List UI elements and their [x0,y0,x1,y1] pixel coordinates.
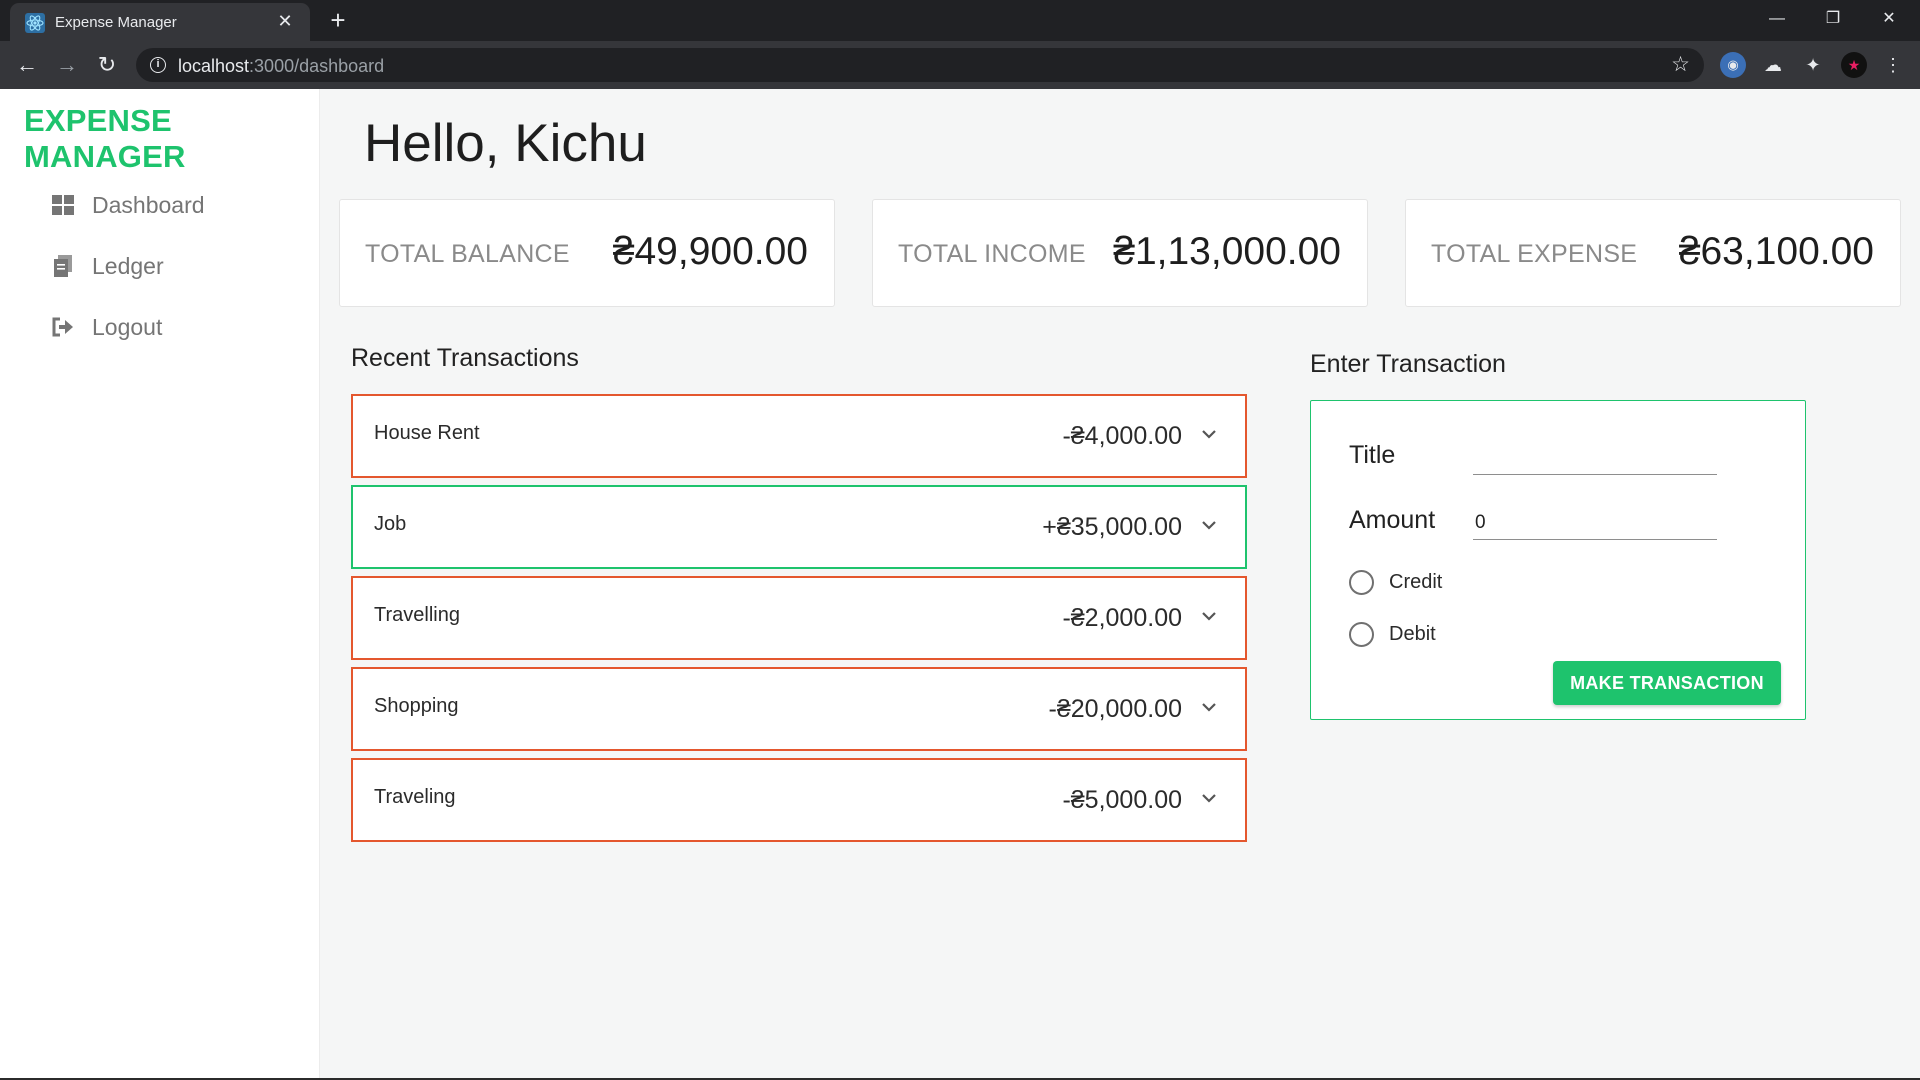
minimize-icon[interactable]: — [1754,4,1800,34]
app-page: EXPENSE MANAGER Dashboard Ledger Logout … [0,89,1920,1080]
transaction-title: Job [374,513,407,535]
sidebar-item-label: Ledger [92,252,164,279]
credit-label: Credit [1389,571,1443,593]
extensions-puzzle-icon[interactable]: ✦ [1800,52,1826,78]
browser-menu-icon[interactable]: ⋮ [1880,52,1906,78]
transaction-item[interactable]: Job +₴35,000.00 [351,485,1247,569]
transaction-item[interactable]: Shopping -₴20,000.00 [351,667,1247,751]
browser-chrome: Expense Manager ✕ + — ❐ ✕ ← → ↻ i localh… [0,0,1920,89]
card-value: ₴1,13,000.00 [1113,230,1341,273]
tab-title: Expense Manager [55,14,177,31]
transaction-item[interactable]: Travelling -₴2,000.00 [351,576,1247,660]
bookmark-star-icon[interactable]: ☆ [1671,52,1690,77]
transaction-amount: -₴5,000.00 [1062,786,1182,814]
transaction-amount: +₴35,000.00 [1042,513,1182,541]
close-window-icon[interactable]: ✕ [1866,4,1912,34]
url-host: localhost [178,56,250,76]
amount-label: Amount [1349,506,1436,534]
site-info-icon[interactable]: i [150,57,166,73]
transaction-title: Traveling [374,786,456,808]
recent-transactions-heading: Recent Transactions [351,344,579,372]
sidebar-item-label: Logout [92,313,163,340]
debit-label: Debit [1389,623,1436,645]
browser-tab[interactable]: Expense Manager ✕ [10,3,310,41]
react-favicon-icon [25,13,45,33]
transaction-amount: -₴4,000.00 [1062,422,1182,450]
transaction-form: Title Amount Credit Debit MAKE TRANSACTI… [1310,400,1806,720]
forward-arrow-icon[interactable]: → [52,50,82,80]
reload-icon[interactable]: ↻ [92,50,122,80]
title-label: Title [1349,441,1396,469]
sidebar: EXPENSE MANAGER Dashboard Ledger Logout [0,89,320,1080]
browser-toolbar: ← → ↻ i localhost:3000/dashboard ☆ ◉ ☁ ✦… [0,41,1920,89]
transaction-item[interactable]: House Rent -₴4,000.00 [351,394,1247,478]
total-income-card: TOTAL INCOME ₴1,13,000.00 [872,199,1368,307]
back-arrow-icon[interactable]: ← [12,50,42,80]
total-expense-card: TOTAL EXPENSE ₴63,100.00 [1405,199,1901,307]
transaction-title: House Rent [374,422,480,444]
card-value: ₴49,900.00 [612,230,808,273]
restore-icon[interactable]: ❐ [1810,4,1856,34]
amount-input[interactable] [1473,506,1717,540]
address-bar[interactable]: i localhost:3000/dashboard ☆ [136,48,1704,82]
credit-option[interactable]: Credit [1349,570,1442,595]
make-transaction-button[interactable]: MAKE TRANSACTION [1553,661,1781,705]
url-path: :3000/dashboard [249,56,385,76]
card-label: TOTAL BALANCE [365,240,570,268]
card-label: TOTAL INCOME [898,240,1086,268]
debit-radio[interactable] [1349,622,1374,647]
total-balance-card: TOTAL BALANCE ₴49,900.00 [339,199,835,307]
chevron-down-icon[interactable] [1199,424,1219,444]
transaction-amount: -₴20,000.00 [1048,695,1182,723]
ledger-icon [50,253,76,279]
tab-strip: Expense Manager ✕ + — ❐ ✕ [0,0,1920,41]
chevron-down-icon[interactable] [1199,606,1219,626]
tab-close-icon[interactable]: ✕ [274,10,296,32]
brand-logo-text[interactable]: EXPENSE MANAGER [24,103,319,175]
card-value: ₴63,100.00 [1678,230,1874,273]
url-text: localhost:3000/dashboard [178,56,384,77]
sidebar-item-logout[interactable]: Logout [50,310,162,344]
chevron-down-icon[interactable] [1199,515,1219,535]
greeting-heading: Hello, Kichu [364,114,647,173]
logout-icon [50,314,76,340]
chevron-down-icon[interactable] [1199,697,1219,717]
dashboard-icon [50,192,76,218]
transaction-item[interactable]: Traveling -₴5,000.00 [351,758,1247,842]
transaction-amount: -₴2,000.00 [1062,604,1182,632]
extension-avatar-icon[interactable]: ◉ [1720,52,1746,78]
card-label: TOTAL EXPENSE [1431,240,1638,268]
profile-avatar-icon[interactable]: ★ [1841,52,1867,78]
credit-radio[interactable] [1349,570,1374,595]
extension-cloud-icon[interactable]: ☁ [1760,52,1786,78]
sidebar-item-dashboard[interactable]: Dashboard [50,188,205,222]
sidebar-item-ledger[interactable]: Ledger [50,249,164,283]
new-tab-plus-icon[interactable]: + [324,7,352,35]
transaction-title: Travelling [374,604,460,626]
chevron-down-icon[interactable] [1199,788,1219,808]
debit-option[interactable]: Debit [1349,622,1436,647]
sidebar-item-label: Dashboard [92,191,205,218]
enter-transaction-heading: Enter Transaction [1310,350,1506,378]
title-input[interactable] [1473,441,1717,475]
transaction-title: Shopping [374,695,459,717]
